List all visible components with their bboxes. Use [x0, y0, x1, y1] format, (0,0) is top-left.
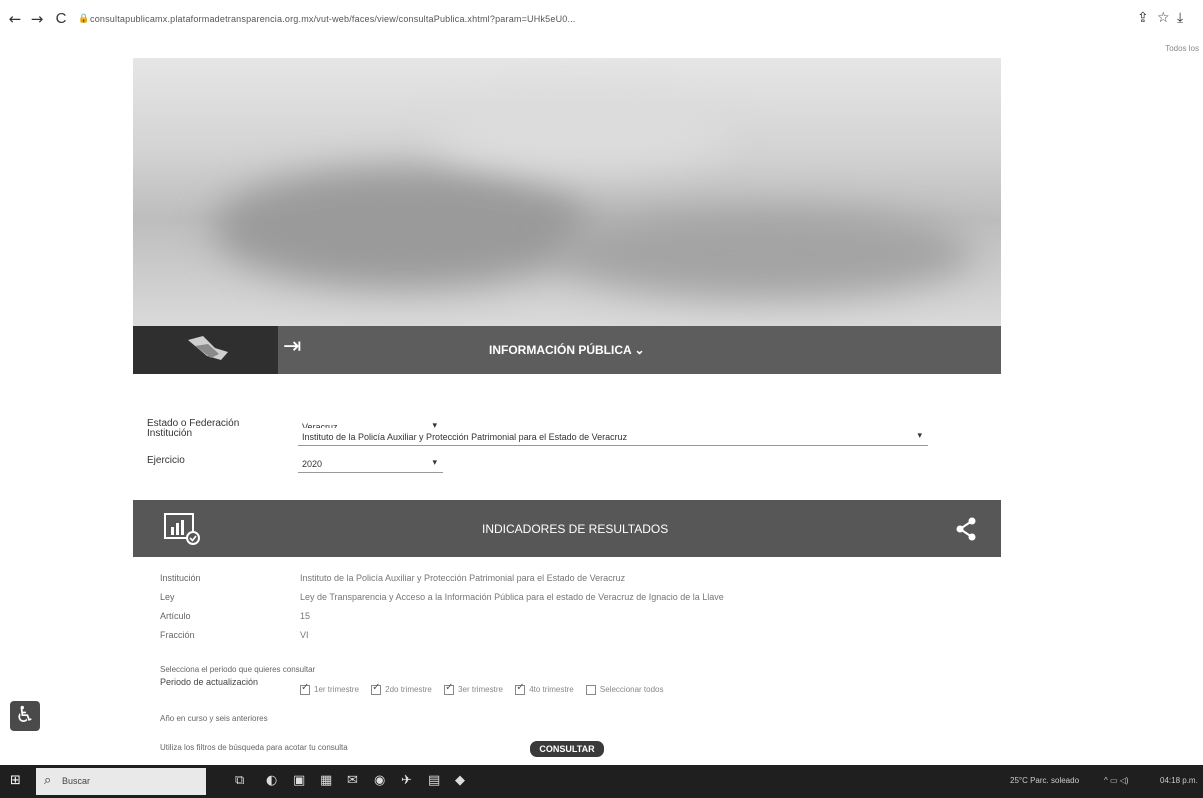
detail-articulo-value: 15 [300, 611, 311, 621]
login-icon[interactable]: ⇥ [283, 334, 301, 359]
teams-icon[interactable]: ✈ [401, 773, 412, 788]
clock[interactable]: 04:18 p.m. [1160, 776, 1198, 785]
accessibility-icon[interactable]: ♿ [10, 701, 40, 731]
period-option-2[interactable]: 2do trimestre [371, 682, 432, 695]
info-publica-band: ⇥ INFORMACIÓN PÚBLICA ⌄ [133, 326, 1001, 374]
star-icon[interactable]: ☆ [1157, 10, 1170, 26]
detail-articulo-label: Artículo [160, 611, 191, 621]
lock-icon[interactable]: 🔒 [78, 13, 89, 24]
period-option-3[interactable]: 3er trimestre [444, 682, 503, 695]
consultar-button[interactable]: CONSULTAR [530, 741, 604, 757]
reload-icon[interactable]: C [52, 10, 70, 28]
period-options: 1er trimestre 2do trimestre 3er trimestr… [300, 682, 674, 695]
edge-icon[interactable]: ◐ [266, 773, 277, 788]
current-year-note: Año en curso y seis anteriores [160, 714, 268, 723]
checkbox-all[interactable] [585, 685, 596, 695]
checkbox-4[interactable] [515, 682, 526, 695]
bookmarks-label[interactable]: Todos los [1165, 44, 1199, 53]
share-icon[interactable] [955, 517, 977, 541]
back-icon[interactable]: ← [6, 10, 24, 28]
chart-check-icon [164, 513, 200, 545]
filters-hint: Utiliza los filtros de búsqueda para aco… [160, 743, 348, 752]
detail-institucion-value: Instituto de la Policía Auxiliar y Prote… [300, 573, 626, 583]
ejercicio-label: Ejercicio [147, 455, 185, 466]
windows-start-icon[interactable]: ⊞ [10, 773, 21, 788]
institucion-label: Institución [147, 428, 193, 439]
search-icon: ⌕ [44, 773, 52, 788]
ejercicio-select[interactable]: 2020 ▾ [298, 455, 443, 473]
info-publica-title[interactable]: INFORMACIÓN PÚBLICA ⌄ [489, 343, 645, 357]
taskbar-search[interactable]: ⌕ Buscar [36, 768, 206, 795]
browser-toolbar: ← → C 🔒 consultapublicamx.plataformadetr… [0, 0, 1203, 53]
weather-status[interactable]: 25°C Parc. soleado [1010, 776, 1079, 785]
store-icon[interactable]: ▣ [293, 773, 305, 788]
mail-icon[interactable]: ✉ [347, 773, 358, 788]
chrome-icon[interactable]: ◉ [374, 773, 385, 788]
inai-logo [133, 326, 278, 374]
calendar-icon[interactable]: ▦ [320, 773, 332, 788]
period-label: Periodo de actualización [160, 677, 259, 687]
checkbox-2[interactable] [371, 682, 382, 695]
institucion-select[interactable]: Instituto de la Policía Auxiliar y Prote… [298, 428, 928, 446]
app-icon[interactable]: ◆ [455, 773, 465, 788]
share-icon[interactable]: ⇪ [1137, 10, 1149, 26]
period-option-4[interactable]: 4to trimestre [515, 682, 574, 695]
period-option-1[interactable]: 1er trimestre [300, 682, 359, 695]
indicadores-band: INDICADORES DE RESULTADOS [133, 500, 1001, 557]
detail-ley-value: Ley de Transparencia y Acceso a la Infor… [300, 592, 724, 602]
windows-taskbar: ⊞ ⌕ Buscar ⧉ ◐ ▣ ▦ ✉ ◉ ✈ ▤ ◆ 25°C Parc. … [0, 765, 1203, 798]
detail-fraccion-label: Fracción [160, 630, 195, 640]
forward-icon[interactable]: → [28, 10, 46, 28]
period-prompt: Selecciona el periodo que quieres consul… [160, 665, 316, 674]
download-icon[interactable]: ⤓ [1177, 10, 1183, 26]
word-icon[interactable]: ▤ [428, 773, 440, 788]
detail-ley-label: Ley [160, 592, 175, 602]
detail-fraccion-value: VI [300, 630, 309, 640]
detail-institucion-label: Institución [160, 573, 201, 583]
address-bar[interactable]: consultapublicamx.plataformadetransparen… [90, 14, 1040, 28]
period-option-all[interactable]: Seleccionar todos [585, 685, 664, 695]
checkbox-3[interactable] [444, 682, 455, 695]
tray-icons[interactable]: ^ ▭ ◁) [1104, 776, 1129, 785]
indicadores-title: INDICADORES DE RESULTADOS [482, 522, 669, 536]
checkbox-1[interactable] [300, 682, 310, 695]
hero-banner [133, 58, 1001, 326]
task-view-icon[interactable]: ⧉ [235, 773, 244, 788]
